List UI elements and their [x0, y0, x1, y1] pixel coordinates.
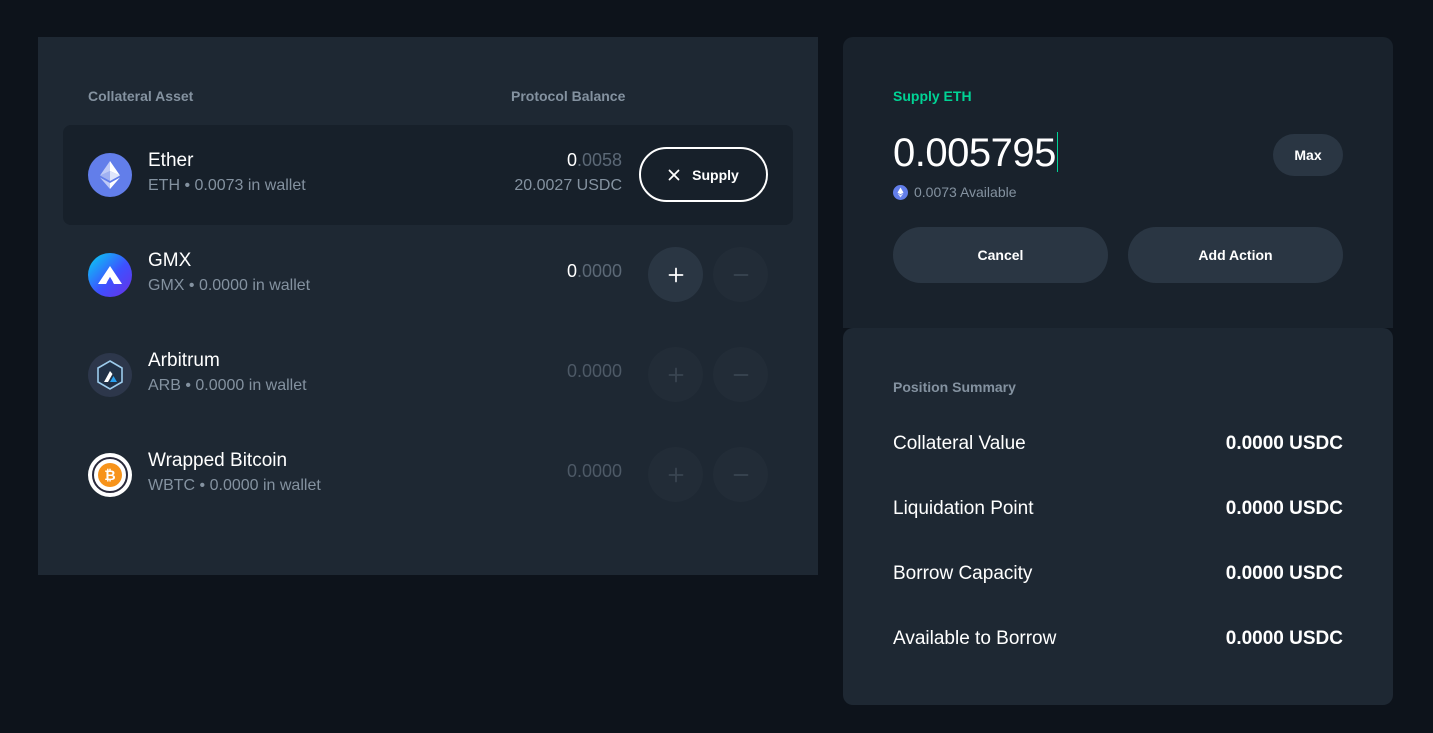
asset-row-gmx: GMX GMX • 0.0000 in wallet 0.0000 [63, 225, 793, 325]
asset-name: Wrapped Bitcoin [148, 450, 288, 471]
cancel-supply-button[interactable]: Supply [639, 147, 768, 202]
protocol-balance: 0.0000 [566, 261, 622, 281]
asset-row-eth[interactable]: Ether ETH • 0.0073 in wallet 0.0058 20.0… [63, 125, 793, 225]
amount-input[interactable]: 0.005795 [893, 131, 1058, 176]
supply-button[interactable] [648, 447, 703, 502]
plus-icon [668, 267, 683, 282]
text-caret [1056, 132, 1058, 172]
withdraw-button[interactable] [713, 247, 768, 302]
summary-row-collateral-value: Collateral Value 0.0000 USDC [893, 433, 1343, 455]
asset-row-wbtc: ₿ Wrapped Bitcoin WBTC • 0.0000 in walle… [63, 425, 793, 525]
plus-icon [668, 467, 683, 482]
close-icon [668, 169, 680, 180]
max-button[interactable]: Max [1273, 134, 1343, 176]
minus-icon [733, 473, 748, 476]
add-action-button[interactable]: Add Action [1128, 227, 1343, 283]
protocol-balance: 0.0058 [566, 150, 622, 170]
withdraw-button[interactable] [713, 447, 768, 502]
asset-name: Arbitrum [148, 350, 220, 371]
summary-label: Borrow Capacity [893, 563, 1033, 584]
bitcoin-icon: ₿ [88, 453, 132, 497]
withdraw-button[interactable] [713, 347, 768, 402]
summary-label: Liquidation Point [893, 498, 1034, 519]
summary-value: 0.0000 USDC [1225, 563, 1343, 584]
asset-wallet-balance: ETH • 0.0073 in wallet [148, 177, 306, 194]
available-balance: 0.0073 Available [893, 184, 1017, 200]
plus-icon [668, 367, 683, 382]
supply-form: Supply ETH 0.005795 0.0073 Available Max… [843, 37, 1393, 328]
protocol-balance-usd: 20.0027 USDC [514, 177, 622, 194]
gmx-icon [88, 253, 132, 297]
summary-row-available-to-borrow: Available to Borrow 0.0000 USDC [893, 628, 1343, 650]
summary-label: Available to Borrow [893, 628, 1057, 649]
protocol-balance: 0.0000 [566, 461, 622, 481]
cancel-button[interactable]: Cancel [893, 227, 1108, 283]
asset-name: GMX [148, 250, 192, 271]
collateral-panel: Collateral Asset Protocol Balance Ether … [38, 37, 818, 575]
summary-value: 0.0000 USDC [1225, 433, 1343, 454]
asset-name: Ether [148, 150, 194, 171]
protocol-balance-header: Protocol Balance [511, 88, 626, 104]
supply-button[interactable] [648, 347, 703, 402]
supply-button-label: Supply [692, 166, 739, 183]
arbitrum-icon [88, 353, 132, 397]
position-summary-title: Position Summary [893, 379, 1016, 395]
position-summary: Position Summary Collateral Value 0.0000… [843, 328, 1393, 705]
summary-label: Collateral Value [893, 433, 1026, 454]
supply-form-title: Supply ETH [893, 88, 972, 104]
protocol-balance: 0.0000 [566, 361, 622, 381]
ethereum-icon [88, 153, 132, 197]
asset-row-arb: Arbitrum ARB • 0.0000 in wallet 0.0000 [63, 325, 793, 425]
summary-value: 0.0000 USDC [1225, 628, 1343, 649]
ethereum-icon [893, 184, 908, 200]
collateral-asset-header: Collateral Asset [88, 88, 194, 104]
minus-icon [733, 373, 748, 376]
asset-wallet-balance: WBTC • 0.0000 in wallet [148, 477, 321, 494]
asset-wallet-balance: GMX • 0.0000 in wallet [148, 277, 311, 294]
asset-wallet-balance: ARB • 0.0000 in wallet [148, 377, 307, 394]
summary-row-borrow-capacity: Borrow Capacity 0.0000 USDC [893, 563, 1343, 585]
svg-text:₿: ₿ [104, 468, 115, 484]
summary-value: 0.0000 USDC [1225, 498, 1343, 519]
supply-button[interactable] [648, 247, 703, 302]
summary-row-liquidation-point: Liquidation Point 0.0000 USDC [893, 498, 1343, 520]
minus-icon [733, 273, 748, 276]
